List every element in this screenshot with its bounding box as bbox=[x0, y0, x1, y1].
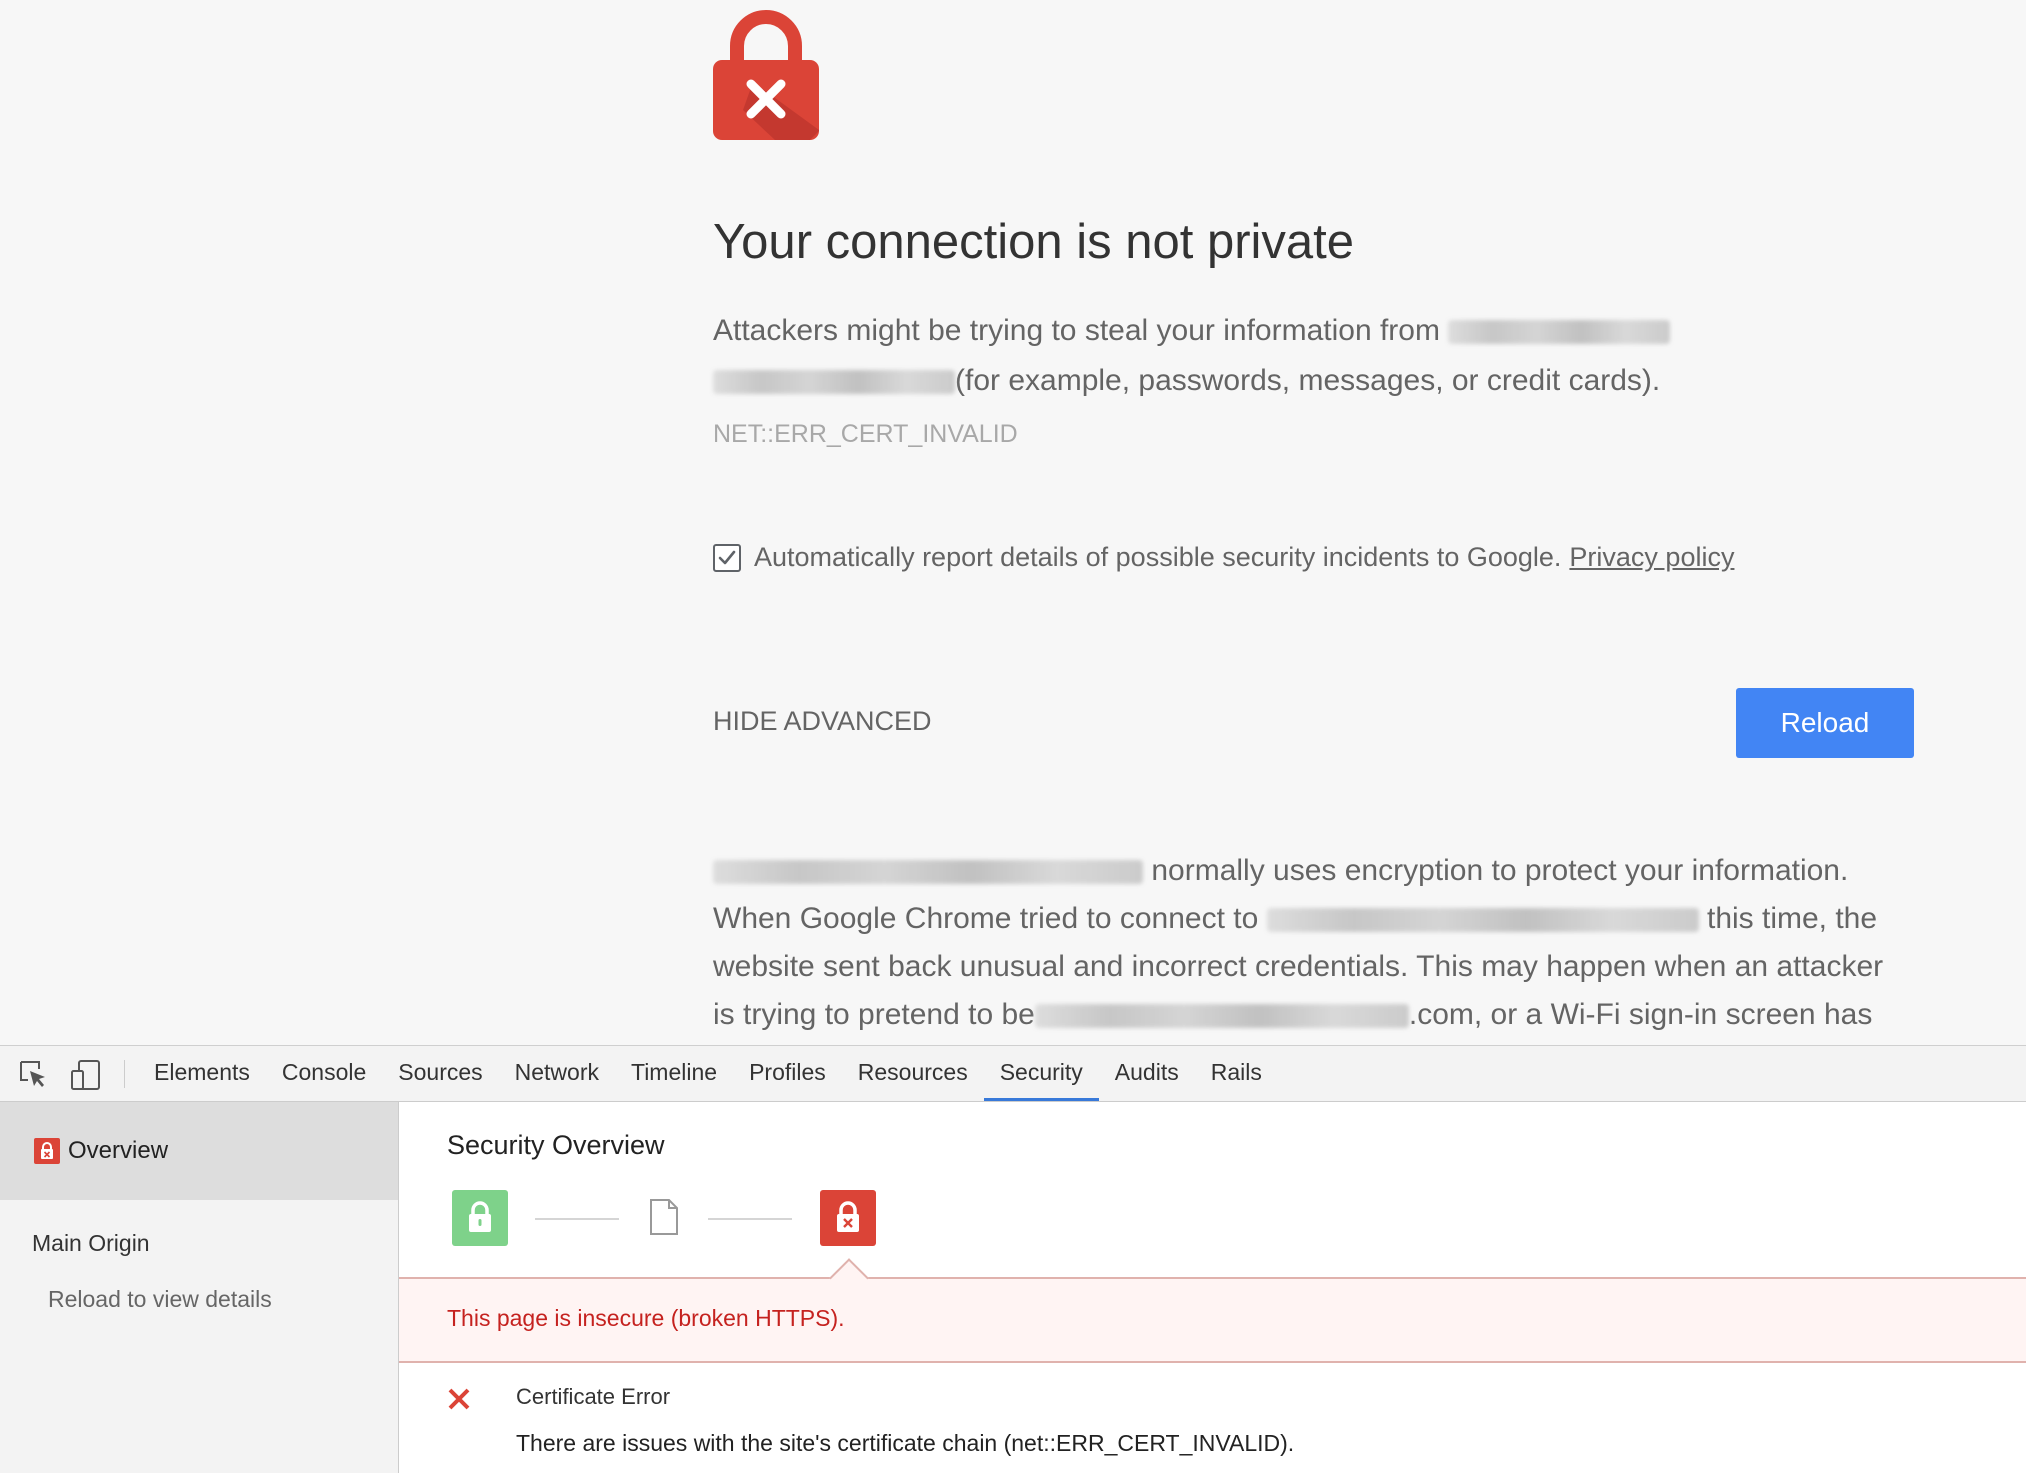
redacted-hostname bbox=[1034, 1004, 1409, 1029]
tab-rails[interactable]: Rails bbox=[1195, 1046, 1278, 1101]
lock-icon bbox=[820, 1190, 876, 1246]
advanced-line-2: When Google Chrome tried to connect to t… bbox=[713, 902, 1878, 935]
chain-connector bbox=[535, 1218, 619, 1220]
tab-resources[interactable]: Resources bbox=[842, 1046, 984, 1101]
main-origin-heading: Main Origin bbox=[32, 1230, 150, 1256]
checkmark-icon bbox=[718, 550, 736, 564]
page-title: Your connection is not private bbox=[713, 215, 1355, 269]
panel-title: Security Overview bbox=[447, 1130, 665, 1160]
devtools-panel: Elements Console Sources Network Timelin… bbox=[0, 1045, 2026, 1473]
sidebar-item-label: Overview bbox=[68, 1137, 169, 1164]
device-mode-icon[interactable] bbox=[70, 1059, 104, 1091]
sidebar-item-overview[interactable]: Overview bbox=[0, 1102, 398, 1200]
redacted-hostname bbox=[1448, 320, 1671, 345]
tab-profiles[interactable]: Profiles bbox=[733, 1046, 842, 1101]
devtools-tabs: Elements Console Sources Network Timelin… bbox=[138, 1046, 1278, 1101]
lock-icon bbox=[452, 1190, 508, 1246]
advanced-line-3: website sent back unusual and incorrect … bbox=[713, 950, 1884, 983]
security-overview-panel: Security Overview This page is insecure … bbox=[399, 1102, 2026, 1473]
certificate-error-title: Certificate Error bbox=[516, 1384, 671, 1409]
tab-network[interactable]: Network bbox=[499, 1046, 615, 1101]
insecure-banner: This page is insecure (broken HTTPS). bbox=[399, 1258, 2026, 1363]
hide-advanced-link[interactable]: HIDE ADVANCED bbox=[713, 706, 932, 737]
inspect-element-icon[interactable] bbox=[18, 1059, 48, 1089]
redacted-hostname bbox=[713, 370, 955, 395]
error-code: NET::ERR_CERT_INVALID bbox=[713, 420, 1018, 448]
tab-elements[interactable]: Elements bbox=[138, 1046, 266, 1101]
certificate-error-description: There are issues with the site's certifi… bbox=[516, 1430, 1295, 1456]
close-x-icon bbox=[448, 1388, 470, 1410]
advanced-line-1: normally uses encryption to protect your… bbox=[713, 854, 1848, 888]
advanced-line-4: is trying to pretend to be .com, or a Wi-… bbox=[713, 998, 1873, 1031]
devtools-toolbar: Elements Console Sources Network Timelin… bbox=[0, 1046, 2026, 1102]
toolbar-divider bbox=[124, 1060, 125, 1088]
chain-connector bbox=[708, 1218, 792, 1220]
warning-line-2: (for example, passwords, messages, or cr… bbox=[713, 364, 1660, 398]
tab-security[interactable]: Security bbox=[983, 1046, 1099, 1101]
tab-audits[interactable]: Audits bbox=[1099, 1046, 1195, 1101]
tab-console[interactable]: Console bbox=[266, 1046, 382, 1101]
lock-error-icon bbox=[713, 10, 819, 140]
reload-to-view-details: Reload to view details bbox=[48, 1286, 272, 1312]
privacy-policy-link[interactable]: Privacy policy bbox=[1569, 542, 1734, 573]
insecure-message: This page is insecure (broken HTTPS). bbox=[447, 1305, 845, 1331]
report-label: Automatically report details of possible… bbox=[754, 542, 1562, 572]
lock-icon bbox=[34, 1138, 60, 1164]
report-option: Automatically report details of possible… bbox=[713, 542, 1734, 573]
reload-button[interactable]: Reload bbox=[1736, 688, 1914, 758]
warning-line-1: Attackers might be trying to steal your … bbox=[713, 314, 1671, 348]
tab-timeline[interactable]: Timeline bbox=[615, 1046, 733, 1101]
report-checkbox[interactable] bbox=[713, 543, 741, 572]
redacted-hostname bbox=[1266, 908, 1699, 933]
document-icon bbox=[650, 1199, 678, 1235]
tab-sources[interactable]: Sources bbox=[382, 1046, 498, 1101]
security-sidebar: Overview Main Origin Reload to view deta… bbox=[0, 1102, 399, 1473]
redacted-hostname bbox=[713, 860, 1143, 885]
interstitial-page: Your connection is not private Attackers… bbox=[0, 0, 2026, 1045]
banner-pointer bbox=[829, 1258, 869, 1298]
